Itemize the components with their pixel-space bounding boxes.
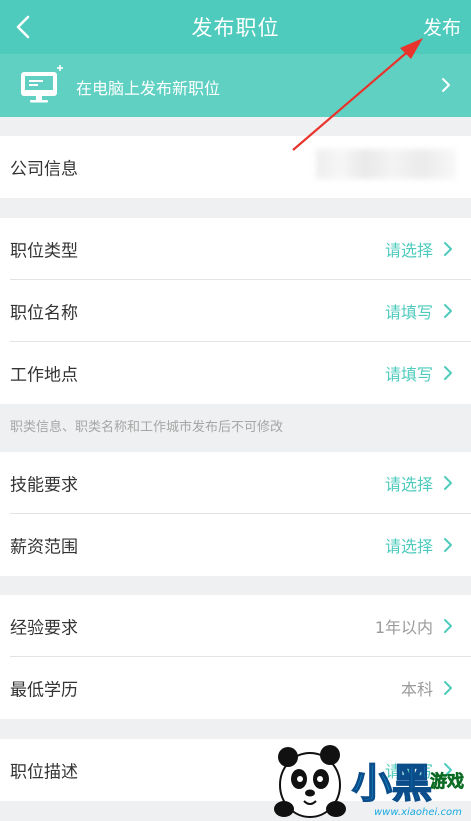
salary-row[interactable]: 薪资范围 请选择 (0, 514, 471, 576)
education-row[interactable]: 最低学历 本科 (0, 657, 471, 719)
chevron-right-icon (444, 242, 452, 256)
job-name-label: 职位名称 (10, 303, 78, 324)
job-type-label: 职位类型 (10, 241, 78, 262)
experience-label: 经验要求 (10, 618, 78, 639)
salary-value: 请选择 (384, 537, 433, 556)
salary-label: 薪资范围 (10, 537, 78, 558)
watermark-logo: 小黑 游戏 www.xiaohei.com (274, 745, 464, 818)
chevron-right-icon (442, 78, 450, 92)
experience-value: 1年以内 (374, 618, 433, 637)
publish-on-computer-banner[interactable]: 在电脑上发布新职位 (0, 54, 471, 117)
chevron-right-icon (444, 619, 452, 633)
work-location-value: 请填写 (384, 365, 433, 384)
job-name-row[interactable]: 职位名称 请填写 (0, 280, 471, 342)
company-info-label: 公司信息 (10, 159, 78, 180)
chevron-right-icon (444, 304, 452, 318)
blurred-company-name (316, 149, 456, 179)
banner-text: 在电脑上发布新职位 (76, 79, 221, 98)
work-location-row[interactable]: 工作地点 请填写 (0, 342, 471, 404)
description-label: 职位描述 (10, 762, 78, 783)
skills-value: 请选择 (384, 475, 433, 494)
watermark-brand: 小黑 (352, 761, 432, 807)
job-name-value: 请填写 (384, 303, 433, 322)
publish-button[interactable]: 发布 (423, 13, 461, 40)
nav-bar: 发布职位 发布 (0, 0, 471, 54)
job-type-row[interactable]: 职位类型 请选择 (0, 218, 471, 280)
chevron-right-icon (444, 681, 452, 695)
education-value: 本科 (400, 680, 433, 699)
work-location-label: 工作地点 (10, 365, 78, 386)
immutable-fields-note: 职类信息、职类名称和工作城市发布后不可修改 (10, 420, 284, 435)
watermark-suffix: 游戏 (430, 771, 464, 792)
chevron-right-icon (444, 476, 452, 490)
skills-row[interactable]: 技能要求 请选择 (0, 452, 471, 514)
job-type-value: 请选择 (384, 241, 433, 260)
watermark-url: www.xiaohei.com (374, 807, 462, 818)
page-title: 发布职位 (191, 16, 280, 40)
skills-label: 技能要求 (10, 475, 78, 496)
computer-monitor-icon (21, 65, 63, 103)
chevron-right-icon (444, 366, 452, 380)
experience-row[interactable]: 经验要求 1年以内 (0, 595, 471, 657)
chevron-right-icon (444, 538, 452, 552)
education-label: 最低学历 (10, 680, 78, 701)
